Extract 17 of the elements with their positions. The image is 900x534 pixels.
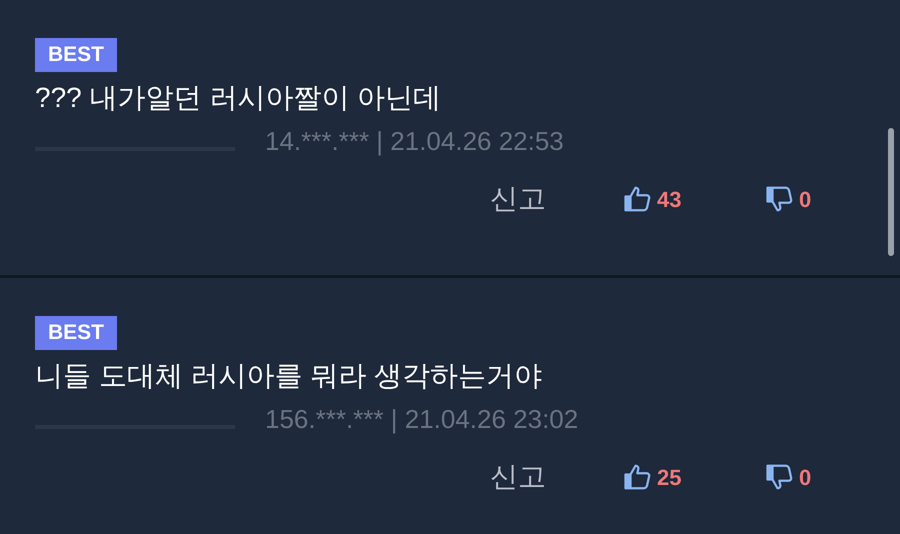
best-badge: BEST: [35, 316, 118, 350]
like-button[interactable]: 25: [623, 460, 733, 494]
scrollbar[interactable]: [888, 128, 894, 256]
comment-meta: 14.***.*** | 21.04.26 22:53: [265, 125, 564, 158]
like-button[interactable]: 43: [623, 182, 733, 216]
comment-meta: 156.***.*** | 21.04.26 23:02: [265, 403, 578, 436]
report-button[interactable]: 신고: [490, 456, 590, 498]
thumbs-down-icon: [765, 184, 795, 214]
dislike-button[interactable]: 0: [765, 460, 812, 494]
best-badge: BEST: [35, 38, 118, 72]
comment-text: 니들 도대체 러시아를 뭐라 생각하는거야: [35, 359, 544, 393]
dislike-button[interactable]: 0: [765, 182, 812, 216]
thumbs-down-icon: [765, 462, 795, 492]
thumbs-up-icon: [623, 462, 653, 492]
report-button[interactable]: 신고: [490, 178, 590, 220]
comment-text: ??? 내가알던 러시아짤이 아닌데: [35, 81, 442, 115]
thumbs-up-icon: [623, 184, 653, 214]
